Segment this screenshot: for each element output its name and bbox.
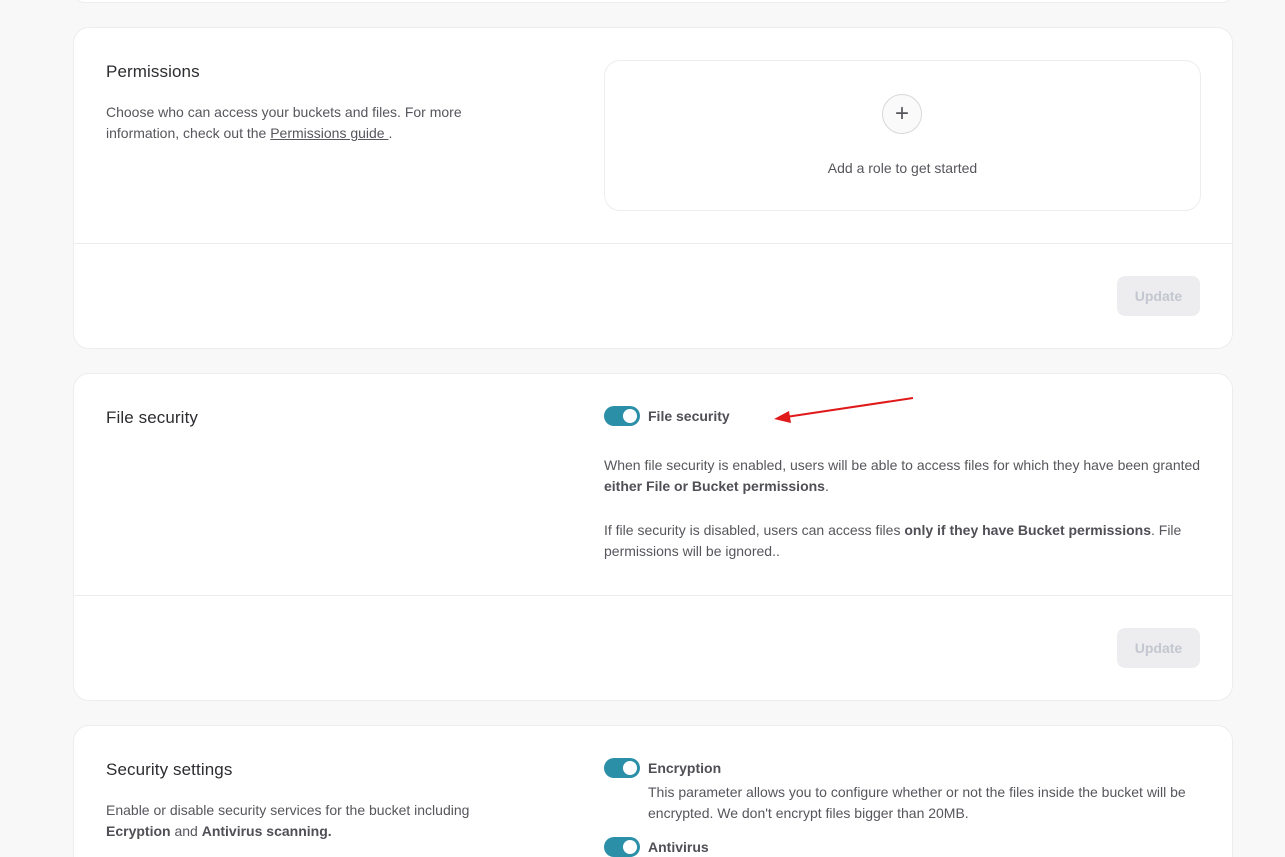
ss-desc-prefix: Enable or disable security services for …	[106, 802, 470, 818]
file-security-right-column: File security When file security is enab…	[604, 406, 1201, 562]
antivirus-toggle[interactable]	[604, 837, 640, 857]
file-security-divider	[74, 595, 1232, 596]
file-security-toggle-label: File security	[648, 408, 730, 424]
antivirus-toggle-row: Antivirus	[604, 837, 1201, 857]
permissions-card: Permissions Choose who can access your b…	[73, 27, 1233, 349]
file-security-title: File security	[106, 408, 198, 427]
file-security-enabled-text: When file security is enabled, users wil…	[604, 455, 1201, 497]
encryption-toggle-row: Encryption	[604, 758, 1201, 778]
encryption-label: Encryption	[648, 760, 722, 776]
security-settings-title: Security settings	[106, 760, 233, 779]
encryption-toggle[interactable]	[604, 758, 640, 778]
plus-icon: +	[894, 100, 909, 127]
permissions-title: Permissions	[106, 62, 200, 81]
permissions-desc-suffix: .	[388, 125, 393, 141]
fs-p1-bold: either File or Bucket permissions	[604, 478, 825, 494]
fs-p2-bold: only if they have Bucket permissions	[904, 522, 1151, 538]
encryption-description: This parameter allows you to configure w…	[648, 784, 1186, 821]
security-settings-right-column: Encryption This parameter allows you to …	[604, 758, 1201, 857]
file-security-toggle-row: File security	[604, 406, 1201, 426]
ss-desc-mid: and	[170, 823, 202, 839]
security-settings-left-column: Security settings Enable or disable secu…	[106, 760, 506, 842]
fs-p1-suffix: .	[824, 478, 829, 494]
file-security-toggle[interactable]	[604, 406, 640, 426]
file-security-update-button[interactable]: Update	[1117, 628, 1200, 668]
add-role-button[interactable]: +	[882, 94, 922, 134]
file-security-disabled-text: If file security is disabled, users can …	[604, 520, 1201, 562]
ss-desc-bold-encryption: Ecryption	[106, 823, 171, 839]
previous-section-card	[73, 0, 1233, 3]
file-security-left-column: File security	[106, 408, 506, 428]
roles-empty-state: + Add a role to get started	[604, 60, 1201, 211]
security-settings-card: Security settings Enable or disable secu…	[73, 725, 1233, 857]
permissions-guide-link[interactable]: Permissions guide	[270, 125, 388, 141]
ss-desc-bold-antivirus: Antivirus scanning.	[201, 823, 332, 839]
antivirus-label: Antivirus	[648, 839, 709, 855]
permissions-update-button[interactable]: Update	[1117, 276, 1200, 316]
security-settings-description: Enable or disable security services for …	[106, 800, 506, 842]
permissions-description: Choose who can access your buckets and f…	[106, 102, 506, 144]
empty-state-text: Add a role to get started	[827, 160, 978, 176]
file-security-card: File security File security When file se…	[73, 373, 1233, 701]
permissions-divider	[74, 243, 1232, 244]
fs-p1-prefix: When file security is enabled, users wil…	[604, 457, 1201, 473]
fs-p2-prefix: If file security is disabled, users can …	[604, 522, 905, 538]
permissions-left-column: Permissions Choose who can access your b…	[106, 62, 506, 144]
